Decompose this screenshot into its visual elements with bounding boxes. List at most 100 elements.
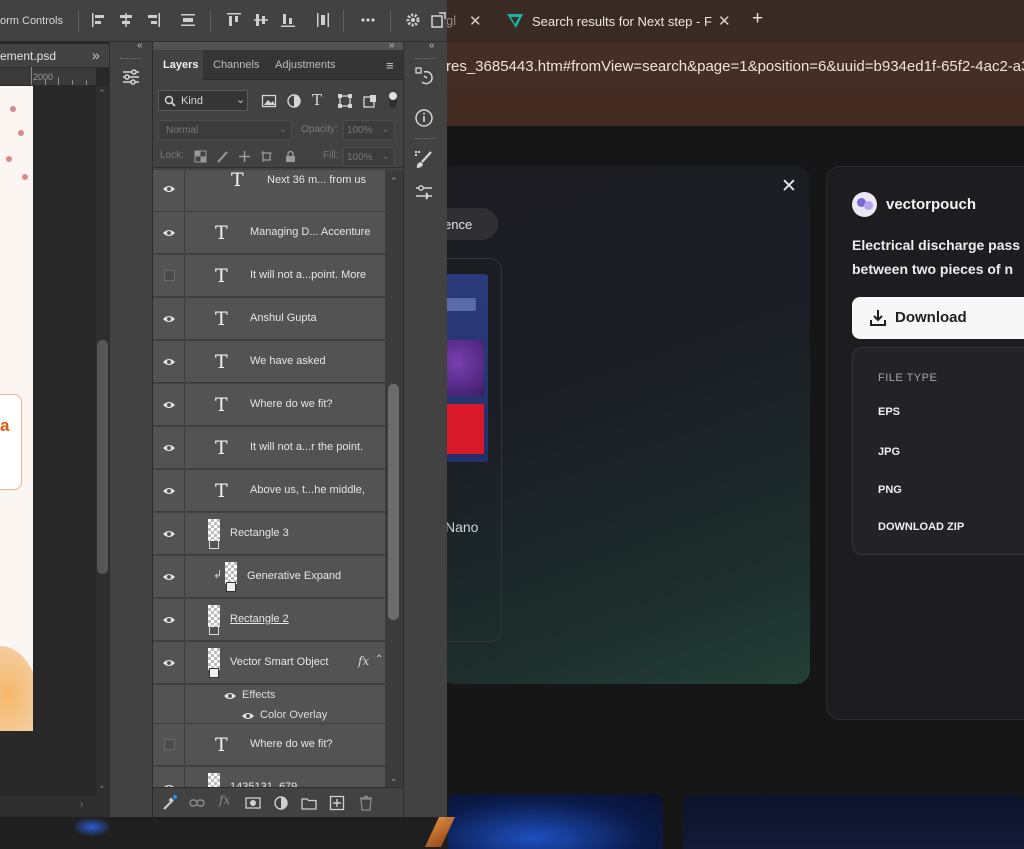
filter-toggle[interactable] (389, 92, 397, 108)
scroll-up-icon[interactable]: ⌃ (98, 88, 106, 99)
tab-adjustments[interactable]: Adjustments (269, 50, 353, 80)
layer-row[interactable]: T Where do we fit? (153, 384, 385, 426)
file-type-eps[interactable]: EPS (878, 406, 900, 418)
add-layer-style-icon[interactable]: fx (219, 793, 235, 809)
visibility-toggle[interactable] (153, 513, 185, 555)
blend-mode-select[interactable]: Normal ⌄ (158, 120, 292, 140)
lock-artboard-icon[interactable] (260, 150, 273, 163)
visibility-toggle[interactable] (153, 298, 185, 340)
layer-row[interactable]: T It will not a...point. More (153, 255, 385, 297)
lock-all-icon[interactable] (284, 150, 297, 163)
eye-icon[interactable] (223, 691, 237, 701)
scroll-down-icon[interactable]: ⌄ (98, 780, 106, 791)
transform-controls-label[interactable]: orm Controls (0, 15, 63, 27)
layer-row[interactable]: T Above us, t...he middle, (153, 470, 385, 512)
filter-kind-select[interactable]: Kind ⌄ (158, 90, 248, 111)
visibility-toggle[interactable] (153, 427, 185, 469)
tab-layers[interactable]: Layers (153, 50, 203, 80)
layer-row[interactable]: T Next 36 m... from us (153, 170, 385, 212)
opacity-input[interactable]: 100% ⌄ (343, 120, 395, 140)
canvas-vertical-scrollbar[interactable]: ⌃ ⌄ (96, 86, 109, 796)
delete-layer-icon[interactable] (358, 795, 374, 811)
file-type-jpg[interactable]: JPG (878, 446, 900, 458)
layer-row[interactable]: Rectangle 2 (153, 599, 385, 641)
url-text[interactable]: res_3685443.htm#fromView=search&page=1&p… (446, 58, 1024, 75)
close-preview-icon[interactable]: ✕ (781, 175, 797, 198)
scroll-up-icon[interactable]: ⌃ (390, 176, 398, 187)
chevron-double-right-icon[interactable]: » (92, 47, 100, 63)
layer-row[interactable]: Vector Smart Object fx ⌃ (153, 642, 385, 684)
chevron-up-icon[interactable]: ⌃ (375, 654, 383, 665)
eye-icon[interactable] (241, 711, 255, 721)
link-layers-icon[interactable] (189, 795, 205, 811)
close-tab-icon[interactable]: ✕ (469, 12, 482, 30)
visibility-toggle[interactable] (153, 341, 185, 383)
scroll-thumb[interactable] (388, 384, 399, 620)
filter-pixel-layers-icon[interactable] (261, 93, 277, 109)
info-panel-button[interactable] (410, 104, 438, 132)
visibility-toggle[interactable] (153, 724, 185, 766)
browser-tab-search-results[interactable]: Search results for Next step - Fl (500, 6, 742, 36)
visibility-toggle[interactable] (153, 170, 185, 212)
gear-icon[interactable] (405, 12, 421, 28)
file-type-download-zip[interactable]: DOWNLOAD ZIP (878, 521, 964, 533)
thumbnail-image[interactable] (446, 274, 488, 462)
author-avatar[interactable] (852, 192, 877, 217)
filter-adjustment-layers-icon[interactable] (286, 93, 302, 109)
share-icon[interactable] (430, 12, 446, 28)
layers-scrollbar[interactable]: ⌃ ⌄ (385, 170, 403, 790)
panel-grip[interactable] (415, 138, 435, 140)
align-bottom-icon[interactable] (280, 12, 296, 28)
filter-type-layers-icon[interactable]: T (312, 91, 328, 109)
properties-panel-button[interactable] (112, 60, 150, 94)
visibility-toggle[interactable] (153, 470, 185, 512)
layer-row[interactable]: Rectangle 3 (153, 513, 385, 555)
collapse-dock-icon[interactable]: « (429, 40, 435, 51)
distribute-horizontal-icon[interactable] (315, 12, 331, 28)
align-left-icon[interactable] (91, 12, 107, 28)
visibility-toggle[interactable] (153, 642, 185, 684)
align-right-icon[interactable] (145, 12, 161, 28)
distribute-vertical-icon[interactable] (180, 12, 196, 28)
layer-row[interactable]: T Where do we fit? (153, 724, 385, 766)
layer-row[interactable]: ↲ Generative Expand (153, 556, 385, 598)
result-thumbnail[interactable] (683, 794, 1024, 849)
effect-color-overlay[interactable]: Color Overlay (260, 709, 327, 721)
related-chip[interactable]: ence (440, 208, 498, 240)
layer-effects-group[interactable]: Effects Color Overlay (153, 685, 385, 724)
scroll-right-icon[interactable]: › (80, 799, 83, 810)
new-layer-icon[interactable] (329, 795, 345, 811)
brushes-panel-button[interactable] (410, 146, 438, 174)
align-horizontal-center-icon[interactable] (118, 12, 134, 28)
visibility-toggle[interactable] (153, 255, 185, 297)
align-vertical-center-icon[interactable] (253, 12, 269, 28)
tab-channels[interactable]: Channels (203, 50, 269, 80)
visibility-toggle[interactable] (153, 384, 185, 426)
add-mask-icon[interactable] (245, 795, 261, 811)
fill-input[interactable]: 100% ⌄ (343, 147, 395, 167)
panel-grip[interactable] (415, 58, 435, 60)
brush-settings-button[interactable] (410, 178, 438, 206)
visibility-toggle[interactable] (153, 556, 185, 598)
canvas-horizontal-scrollbar[interactable]: › (0, 796, 109, 817)
more-options-icon[interactable] (360, 12, 376, 28)
lock-transparent-pixels-icon[interactable] (194, 150, 207, 163)
author-name[interactable]: vectorpouch (886, 196, 976, 213)
close-tab-icon[interactable]: ✕ (718, 12, 731, 30)
filter-smart-objects-icon[interactable] (362, 93, 378, 109)
new-tab-button[interactable]: + (752, 8, 763, 30)
layer-row[interactable]: T We have asked (153, 341, 385, 383)
document-canvas[interactable]: a (0, 86, 33, 731)
layer-row[interactable]: T It will not a...r the point. (153, 427, 385, 469)
layer-effects-fx-icon[interactable]: fx (358, 654, 369, 668)
browser-tab-google[interactable]: gl (440, 10, 492, 32)
layer-row[interactable]: T Managing D... Accenture (153, 212, 385, 254)
scroll-down-icon[interactable]: ⌄ (390, 773, 398, 784)
collapse-panels-icon[interactable]: « (137, 40, 143, 51)
visibility-toggle[interactable] (153, 212, 185, 254)
result-thumbnail[interactable] (448, 794, 663, 849)
layer-row[interactable]: T Anshul Gupta (153, 298, 385, 340)
visibility-toggle[interactable] (153, 599, 185, 641)
new-adjustment-layer-icon[interactable] (273, 795, 289, 811)
filter-shape-layers-icon[interactable] (337, 93, 353, 109)
